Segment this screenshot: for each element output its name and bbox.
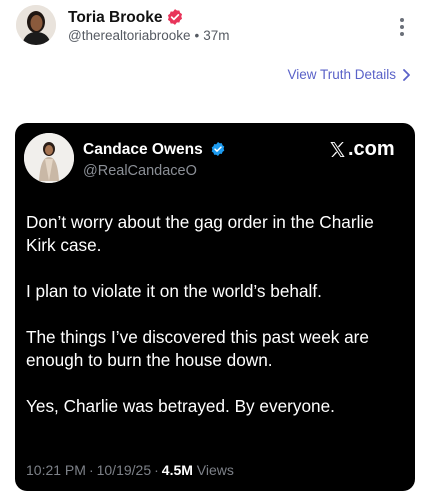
footer-separator: · [88, 462, 94, 478]
footer-separator: · [154, 462, 159, 478]
tweet-footer: 10:21 PM · 10/19/25 · 4.5M Views [26, 462, 234, 478]
author-avatar[interactable] [16, 5, 56, 45]
meta-separator: • [194, 28, 200, 43]
tweet-author-avatar[interactable] [24, 133, 74, 183]
more-vertical-icon[interactable] [394, 15, 410, 39]
tweet-views-count: 4.5M [161, 462, 193, 478]
x-logo-icon [330, 141, 345, 157]
avatar-photo [16, 5, 56, 45]
tweet-author-handle[interactable]: @RealCandaceO [83, 163, 197, 179]
post-header: Toria Brooke @therealtoriabrooke • 37m [0, 0, 431, 56]
view-truth-details-label: View Truth Details [287, 67, 396, 82]
verified-badge-icon [167, 9, 183, 25]
verified-badge-icon [211, 142, 225, 156]
chevron-right-icon [403, 68, 410, 81]
tweet-paragraph: The things I’ve discovered this past wee… [26, 327, 369, 370]
tweet-date[interactable]: 10/19/25 [97, 462, 152, 478]
author-handle[interactable]: @therealtoriabrooke [68, 28, 191, 43]
tweet-body: Don’t worry about the gag order in the C… [26, 211, 408, 441]
author-meta: @therealtoriabrooke • 37m [68, 28, 230, 43]
tweet-paragraph: Yes, Charlie was betrayed. By everyone. [26, 396, 335, 416]
tweet-views-label: Views [196, 462, 234, 478]
tweet-source[interactable]: .com [328, 138, 395, 160]
tweet-avatar-photo [24, 133, 74, 183]
post-time[interactable]: 37m [203, 28, 229, 43]
tweet-source-label: .com [348, 137, 395, 160]
tweet-paragraph: Don’t worry about the gag order in the C… [26, 212, 374, 255]
tweet-time[interactable]: 10:21 PM [26, 462, 86, 478]
tweet-author-name[interactable]: Candace Owens [83, 141, 203, 159]
tweet-paragraph: I plan to violate it on the world’s beha… [26, 281, 322, 301]
view-truth-details-link[interactable]: View Truth Details [287, 67, 411, 82]
embedded-tweet-card[interactable]: Candace Owens @RealCandaceO .com Don’t w… [15, 123, 415, 491]
author-name[interactable]: Toria Brooke [68, 9, 162, 27]
